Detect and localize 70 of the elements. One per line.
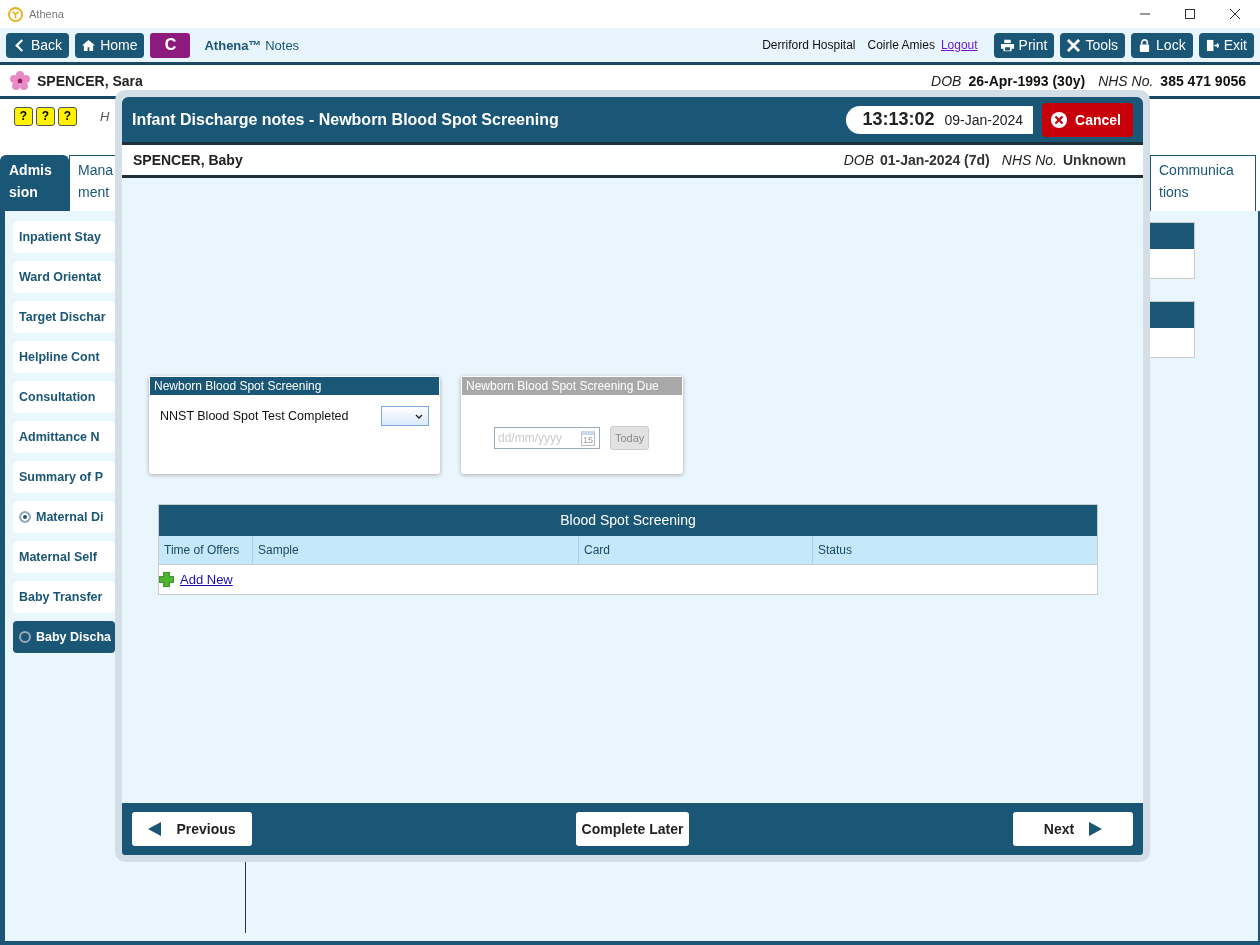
card-title: Newborn Blood Spot Screening bbox=[150, 377, 439, 395]
app-logo-icon bbox=[8, 6, 23, 22]
column-header: Card bbox=[579, 536, 813, 564]
chevron-left-icon bbox=[13, 38, 26, 52]
back-button[interactable]: Back bbox=[6, 32, 70, 58]
home-icon bbox=[82, 38, 96, 52]
complete-later-button[interactable]: Complete Later bbox=[576, 812, 689, 846]
sidebar-item[interactable]: Maternal Di bbox=[13, 501, 115, 533]
dob-label: DOB bbox=[843, 152, 875, 168]
dob-value: 26-Apr-1993 (30y) bbox=[968, 72, 1086, 89]
exit-button[interactable]: Exit bbox=[1198, 32, 1254, 58]
tools-icon bbox=[1067, 38, 1081, 52]
sidebar-item[interactable]: Admittance N bbox=[13, 421, 115, 453]
sidebar-item[interactable]: Summary of P bbox=[13, 461, 115, 493]
sidebar-item[interactable]: Target Dischar bbox=[13, 301, 115, 333]
window-title: Athena bbox=[29, 8, 64, 20]
clock-time: 13:13:02 bbox=[862, 109, 935, 130]
tab[interactable]: Communica tions bbox=[1150, 155, 1256, 211]
dob-label: DOB bbox=[931, 72, 962, 89]
sidebar-item[interactable]: Ward Orientat bbox=[13, 261, 115, 293]
field-label: NNST Blood Spot Test Completed bbox=[160, 409, 349, 423]
maximize-icon[interactable] bbox=[1185, 9, 1195, 19]
printer-icon bbox=[1000, 38, 1014, 52]
nhs-label: NHS No. bbox=[1001, 152, 1057, 168]
sidebar-item[interactable]: Helpline Cont bbox=[13, 341, 115, 373]
select-field[interactable] bbox=[381, 406, 429, 426]
c-button[interactable]: C bbox=[150, 32, 191, 58]
add-new-link[interactable]: Add New bbox=[180, 572, 233, 587]
nhs-value: 385 471 9056 bbox=[1160, 72, 1246, 89]
dialog-title: Infant Discharge notes - Newborn Blood Spot Screening bbox=[132, 110, 559, 129]
lock-icon bbox=[1138, 38, 1152, 52]
previous-button[interactable]: Previous bbox=[132, 812, 252, 846]
home-button[interactable]: Home bbox=[75, 32, 145, 58]
help-icon[interactable]: ? bbox=[14, 107, 33, 126]
nhs-value: Unknown bbox=[1063, 152, 1126, 168]
sidebar-item[interactable]: Maternal Self bbox=[13, 541, 115, 573]
sidebar-item[interactable]: Baby Transfer bbox=[13, 581, 115, 613]
triangle-right-icon bbox=[1088, 822, 1103, 836]
card-title: Newborn Blood Spot Screening Due bbox=[462, 377, 682, 395]
sidebar-item[interactable]: Inpatient Stay bbox=[13, 221, 115, 253]
sidebar-item[interactable]: Baby Discha bbox=[13, 621, 115, 653]
close-circle-icon bbox=[1050, 110, 1069, 129]
clock-date: 09-Jan-2024 bbox=[944, 111, 1024, 128]
table-title: Blood Spot Screening bbox=[159, 505, 1097, 536]
user-name: Coirle Amies bbox=[867, 38, 935, 52]
add-icon[interactable] bbox=[159, 572, 174, 587]
lock-button[interactable]: Lock bbox=[1131, 32, 1193, 58]
close-icon[interactable] bbox=[1230, 9, 1240, 19]
nhs-label: NHS No. bbox=[1098, 72, 1154, 89]
dob-value: 01-Jan-2024 (7d) bbox=[880, 152, 990, 168]
caret-icon bbox=[415, 413, 423, 419]
tools-button[interactable]: Tools bbox=[1060, 32, 1126, 58]
triangle-left-icon bbox=[148, 822, 163, 836]
patient-name: SPENCER, Sara bbox=[37, 72, 143, 89]
flower-icon bbox=[10, 70, 30, 91]
column-header: Time of Offers bbox=[159, 536, 253, 564]
app-name: Athena™ Notes bbox=[204, 37, 300, 53]
help-icon[interactable]: ? bbox=[36, 107, 55, 126]
print-button[interactable]: Print bbox=[993, 32, 1055, 58]
tab[interactable]: Admis sion bbox=[0, 155, 69, 211]
column-header: Status bbox=[817, 542, 854, 559]
hospital-name: Derriford Hospital bbox=[762, 38, 856, 52]
column-header: Sample bbox=[253, 536, 579, 564]
help-icon[interactable]: ? bbox=[58, 107, 77, 126]
cancel-button[interactable]: Cancel bbox=[1042, 102, 1133, 137]
header-hint: H bbox=[100, 109, 110, 124]
sidebar-item[interactable]: Consultation bbox=[13, 381, 115, 413]
exit-door-icon bbox=[1205, 38, 1219, 52]
logout-link[interactable]: Logout bbox=[940, 38, 978, 52]
next-button[interactable]: Next bbox=[1013, 812, 1133, 846]
